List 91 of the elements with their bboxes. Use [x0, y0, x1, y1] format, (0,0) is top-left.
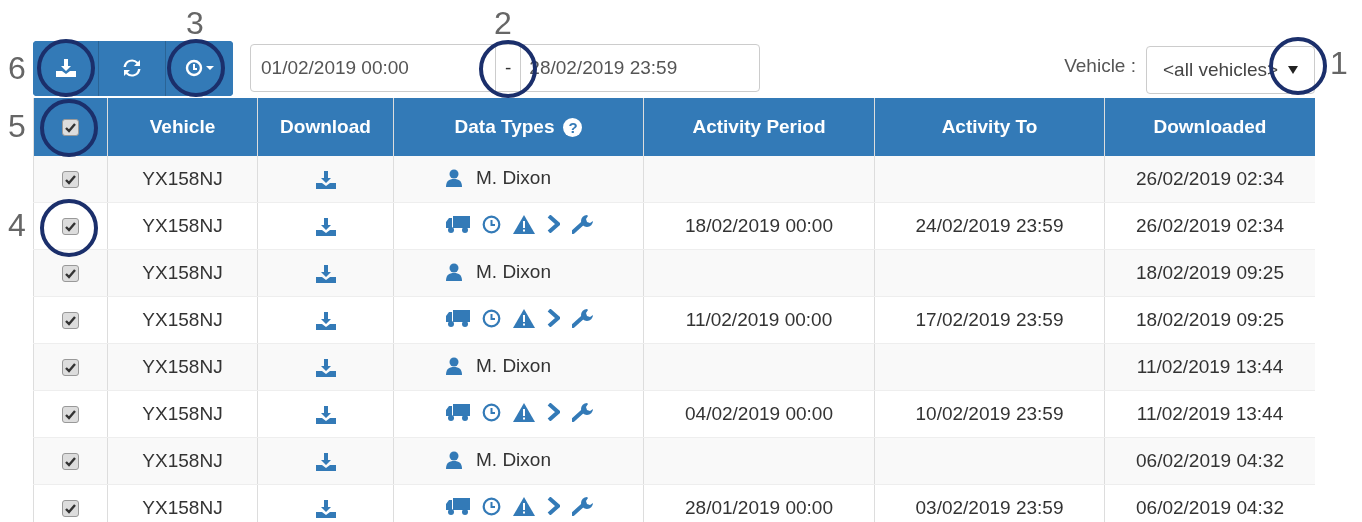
table-cell: 11/02/2019 13:44 — [1136, 403, 1284, 424]
warning-icon — [513, 402, 535, 422]
download-icon[interactable] — [315, 171, 336, 189]
callout-number: 2 — [494, 5, 512, 42]
column-header: Activity Period — [692, 116, 826, 138]
download-icon[interactable] — [315, 500, 336, 518]
row-checkbox[interactable] — [62, 359, 79, 377]
clock-icon — [482, 402, 501, 422]
table-cell: YX158NJ — [142, 497, 223, 518]
warning-icon — [513, 308, 535, 328]
callout-circle — [167, 39, 225, 97]
row-checkbox[interactable] — [62, 218, 79, 236]
table-cell: YX158NJ — [142, 309, 223, 330]
callout-number: 1 — [1330, 45, 1348, 82]
caret-icon — [1288, 66, 1298, 74]
person-icon — [446, 168, 462, 187]
row-checkbox[interactable] — [62, 406, 79, 424]
download-icon[interactable] — [315, 218, 336, 236]
column-header: Download — [280, 116, 371, 138]
select-all-checkbox[interactable] — [62, 119, 79, 137]
driver-name: M. Dixon — [476, 166, 551, 189]
download-icon — [55, 59, 76, 77]
row-checkbox[interactable] — [62, 312, 79, 330]
person-icon — [446, 450, 462, 469]
callout-number: 5 — [8, 108, 26, 145]
table-cell: YX158NJ — [142, 356, 223, 377]
callout-circle — [40, 199, 98, 257]
clock-icon — [482, 308, 501, 328]
chevron-icon — [547, 497, 560, 516]
table-cell: 11/02/2019 13:44 — [1136, 356, 1284, 377]
table-cell: 06/02/2019 04:32 — [1136, 450, 1284, 471]
callout-circle — [40, 99, 98, 157]
warning-icon — [513, 496, 535, 516]
table-cell: 10/02/2019 23:59 — [915, 403, 1064, 424]
column-header: Downloaded — [1153, 116, 1267, 138]
table-cell: 26/02/2019 02:34 — [1136, 215, 1284, 236]
wrench-icon — [572, 308, 594, 329]
table-cell: 26/02/2019 02:34 — [1136, 168, 1284, 189]
table-cell: 11/02/2019 00:00 — [685, 309, 833, 330]
chevron-icon — [547, 309, 560, 328]
row-checkbox[interactable] — [62, 500, 79, 518]
table-cell: YX158NJ — [142, 215, 223, 236]
download-icon[interactable] — [315, 265, 336, 283]
table-cell: 17/02/2019 23:59 — [915, 309, 1064, 330]
table-cell: 18/02/2019 00:00 — [685, 215, 833, 236]
wrench-icon — [572, 402, 594, 423]
table-cell: 04/02/2019 00:00 — [685, 403, 833, 424]
warning-icon — [513, 214, 535, 234]
person-icon — [446, 356, 462, 375]
table-cell: 06/02/2019 04:32 — [1136, 497, 1284, 518]
clock-icon — [482, 214, 501, 234]
truck-icon — [446, 309, 470, 327]
download-icon[interactable] — [315, 312, 336, 330]
table-cell: 18/02/2019 09:25 — [1136, 309, 1284, 330]
clock-icon — [482, 496, 501, 516]
truck-icon — [446, 215, 470, 233]
driver-name: M. Dixon — [476, 448, 551, 471]
column-header: Activity To — [941, 116, 1038, 138]
chevron-icon — [547, 215, 560, 234]
table-cell: YX158NJ — [142, 450, 223, 471]
table-cell: 28/01/2019 00:00 — [685, 497, 833, 518]
table-cell: 03/02/2019 23:59 — [915, 497, 1064, 518]
download-icon[interactable] — [315, 359, 336, 377]
row-checkbox[interactable] — [62, 453, 79, 471]
person-icon — [446, 262, 462, 281]
column-header: Vehicle — [149, 116, 216, 138]
clock-caret-icon — [184, 59, 215, 77]
callout-number: 3 — [186, 5, 204, 42]
callout-number: 4 — [8, 207, 26, 244]
row-checkbox[interactable] — [62, 265, 79, 283]
table-cell: YX158NJ — [142, 403, 223, 424]
driver-name: M. Dixon — [476, 354, 551, 377]
table-cell: 18/02/2019 09:25 — [1136, 262, 1284, 283]
driver-name: M. Dixon — [476, 260, 551, 283]
truck-icon — [446, 497, 470, 515]
wrench-icon — [572, 214, 594, 235]
truck-icon — [446, 403, 470, 421]
table-cell: YX158NJ — [142, 262, 223, 283]
chevron-icon — [547, 403, 560, 422]
wrench-icon — [572, 496, 594, 517]
vehicle-label: Vehicle : — [1064, 55, 1136, 77]
help-icon[interactable]: ? — [563, 117, 583, 137]
download-icon[interactable] — [315, 406, 336, 424]
download-icon[interactable] — [315, 453, 336, 471]
refresh-icon — [123, 59, 141, 77]
table-cell: YX158NJ — [142, 168, 223, 189]
row-checkbox[interactable] — [62, 171, 79, 189]
table-cell: 24/02/2019 23:59 — [915, 215, 1064, 236]
column-header: Data Types — [454, 116, 555, 138]
callout-number: 6 — [8, 50, 26, 87]
callout-circle — [37, 39, 95, 97]
